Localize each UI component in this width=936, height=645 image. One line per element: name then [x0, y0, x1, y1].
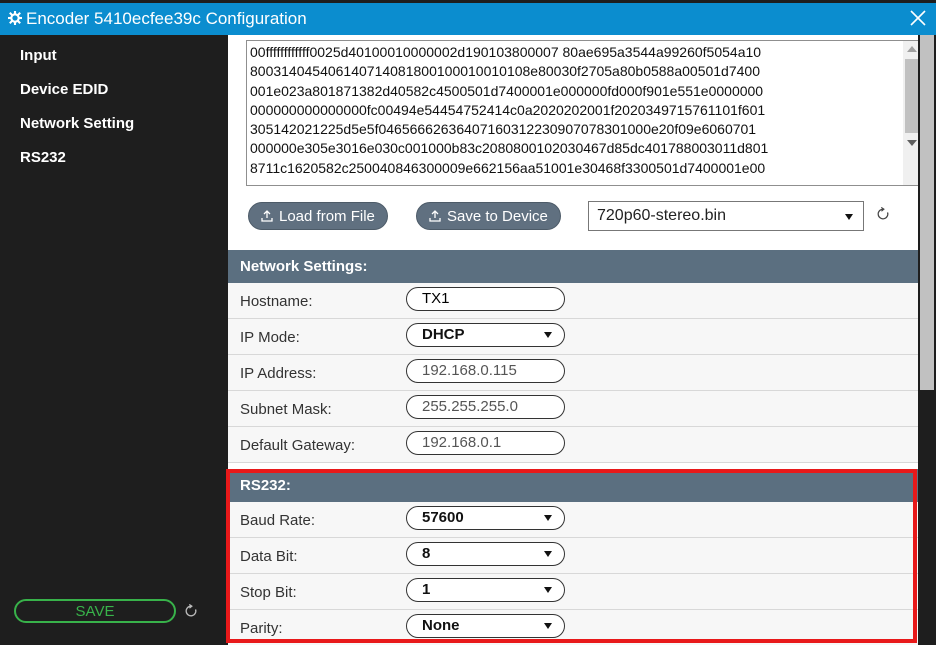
edid-scroll-thumb[interactable]: [905, 59, 918, 133]
chevron-down-icon: [544, 515, 552, 521]
stop-bit-select[interactable]: 1: [406, 578, 565, 602]
ip-mode-label: IP Mode:: [240, 329, 300, 346]
window-title: Encoder 5410ecfee39c Configuration: [26, 9, 307, 28]
baud-rate-value: 57600: [422, 509, 464, 526]
stop-bit-label: Stop Bit:: [240, 584, 297, 601]
scroll-down-icon[interactable]: [907, 140, 917, 146]
edid-line: 8711c1620582c250040846300009e662156aa510…: [250, 159, 766, 176]
ip-address-label: IP Address:: [240, 365, 317, 382]
save-to-device-label: Save to Device: [447, 208, 548, 225]
stop-bit-row: Stop Bit: 1: [228, 574, 918, 610]
save-to-device-button[interactable]: Save to Device: [416, 202, 561, 230]
subnet-mask-input[interactable]: 255.255.255.0: [406, 395, 565, 419]
network-settings-header: Network Settings:: [228, 250, 918, 283]
ip-mode-value: DHCP: [422, 326, 465, 343]
scroll-up-icon[interactable]: [907, 46, 917, 52]
edid-line: 800314045406140714081800100010010108e800…: [250, 63, 760, 80]
hostname-label: Hostname:: [240, 293, 313, 310]
parity-value: None: [422, 617, 460, 634]
gear-icon: [8, 11, 22, 25]
edid-line: 305142021225d5e5f04656662636407160312230…: [250, 121, 757, 138]
hostname-input[interactable]: TX1: [406, 287, 565, 311]
stop-bit-value: 1: [422, 581, 431, 598]
data-bit-row: Data Bit: 8: [228, 538, 918, 574]
chevron-down-icon: [544, 623, 552, 629]
chevron-down-icon: [544, 332, 552, 338]
sidebar-item-network-setting[interactable]: Network Setting: [0, 107, 228, 141]
sidebar-item-input[interactable]: Input: [0, 39, 228, 73]
data-bit-label: Data Bit:: [240, 548, 298, 565]
ip-mode-select[interactable]: DHCP: [406, 323, 565, 347]
parity-label: Parity:: [240, 620, 283, 637]
edid-line: 000000000000000fc00494e54454752414c0a202…: [250, 101, 766, 118]
sidebar-item-rs232[interactable]: RS232: [0, 141, 228, 175]
close-icon[interactable]: [908, 8, 928, 28]
sidebar-item-device-edid[interactable]: Device EDID: [0, 73, 228, 107]
default-gateway-row: Default Gateway: 192.168.0.1: [228, 427, 918, 463]
save-button[interactable]: SAVE: [14, 599, 176, 623]
upload-icon: [261, 210, 273, 222]
page-scrollbar[interactable]: [918, 35, 936, 645]
edid-file-value: 720p60-stereo.bin: [597, 207, 726, 224]
subnet-mask-label: Subnet Mask:: [240, 401, 332, 418]
main-content: 00ffffffffffff0025d40100010000002d190103…: [228, 35, 918, 645]
edid-text: 00ffffffffffff0025d40100010000002d190103…: [250, 43, 870, 178]
parity-select[interactable]: None: [406, 614, 565, 638]
refresh-icon[interactable]: [184, 604, 198, 618]
edid-textarea[interactable]: 00ffffffffffff0025d40100010000002d190103…: [246, 40, 918, 186]
hostname-row: Hostname: TX1: [228, 283, 918, 319]
edid-scrollbar[interactable]: [903, 41, 918, 185]
edid-line: 00ffffffffffff0025d40100010000002d190103…: [250, 44, 762, 60]
ip-address-row: IP Address: 192.168.0.115: [228, 355, 918, 391]
load-from-file-button[interactable]: Load from File: [248, 202, 388, 230]
chevron-down-icon: [544, 551, 552, 557]
edid-file-select[interactable]: 720p60-stereo.bin: [588, 201, 864, 231]
baud-rate-select[interactable]: 57600: [406, 506, 565, 530]
data-bit-select[interactable]: 8: [406, 542, 565, 566]
parity-row: Parity: None: [228, 610, 918, 645]
edid-line: 000000e305e3016e030c001000b83c2080800102…: [250, 140, 769, 157]
upload-icon: [429, 210, 441, 222]
load-from-file-label: Load from File: [279, 208, 375, 225]
chevron-down-icon: [845, 214, 853, 220]
sidebar: Input Device EDID Network Setting RS232: [0, 35, 228, 645]
rs232-header: RS232:: [228, 469, 918, 502]
title-bar: Encoder 5410ecfee39c Configuration: [0, 3, 936, 35]
subnet-mask-row: Subnet Mask: 255.255.255.0: [228, 391, 918, 427]
edid-line: 001e023a801871382d40582c4500501d7400001e…: [250, 82, 764, 99]
data-bit-value: 8: [422, 545, 431, 562]
ip-address-input[interactable]: 192.168.0.115: [406, 359, 565, 383]
baud-rate-label: Baud Rate:: [240, 512, 316, 529]
config-window: Encoder 5410ecfee39c Configuration Input…: [0, 0, 936, 645]
default-gateway-input[interactable]: 192.168.0.1: [406, 431, 565, 455]
page-scroll-thumb[interactable]: [920, 35, 934, 390]
ip-mode-row: IP Mode: DHCP: [228, 319, 918, 355]
refresh-icon[interactable]: [876, 207, 890, 221]
baud-rate-row: Baud Rate: 57600: [228, 502, 918, 538]
chevron-down-icon: [544, 587, 552, 593]
default-gateway-label: Default Gateway:: [240, 437, 356, 454]
